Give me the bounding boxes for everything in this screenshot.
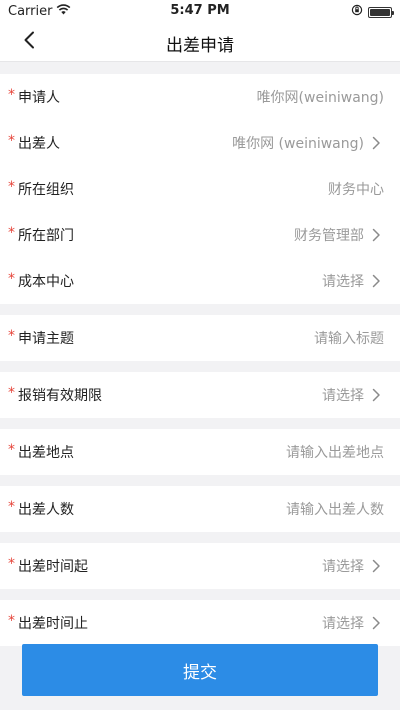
chevron-right-icon (372, 274, 384, 288)
section-gap (0, 532, 400, 543)
form-row[interactable]: * 申请主题 请输入标题 (0, 315, 400, 361)
trip-form: * 申请人 唯你网(weiniwang) * 出差人 唯你网 (weiniwang) * 所在… (0, 74, 400, 646)
required-marker: * (8, 556, 15, 572)
field-value[interactable]: 唯你网(weiniwang) (257, 87, 384, 107)
field-value[interactable]: 请输入出差人数 (286, 499, 384, 519)
required-marker: * (8, 179, 15, 195)
field-value: 唯你网 (weiniwang) (232, 136, 364, 152)
section-gap (0, 361, 400, 372)
required-marker: * (8, 133, 15, 149)
form-row[interactable]: * 出差人 唯你网 (weiniwang) (0, 120, 400, 166)
field-label: 出差时间起 (18, 559, 88, 575)
field-value[interactable]: 请输入标题 (314, 328, 384, 348)
required-marker: * (8, 87, 15, 103)
field-label: 申请人 (18, 90, 60, 106)
field-label: 出差人数 (18, 502, 74, 518)
field-label: 出差地点 (18, 445, 74, 461)
field-label: 申请主题 (18, 331, 74, 347)
chevron-right-icon (372, 136, 384, 150)
chevron-right-icon (372, 388, 384, 402)
chevron-right-icon (372, 228, 384, 242)
required-marker: * (8, 271, 15, 287)
required-marker: * (8, 613, 15, 629)
form-row[interactable]: * 成本中心 请选择 (0, 258, 400, 304)
field-label: 报销有效期限 (18, 388, 102, 404)
form-row[interactable]: * 出差地点 请输入出差地点 (0, 429, 400, 475)
form-row[interactable]: * 所在部门 财务管理部 (0, 212, 400, 258)
required-marker: * (8, 225, 15, 241)
required-marker: * (8, 499, 15, 515)
field-value: 请选择 (322, 388, 364, 404)
form-row[interactable]: * 所在组织 财务中心 (0, 166, 400, 212)
status-time: 5:47 PM (170, 3, 230, 18)
form-row[interactable]: * 出差人数 请输入出差人数 (0, 486, 400, 532)
field-value: 请选择 (322, 616, 364, 632)
status-bar: Carrier 5:47 PM (0, 0, 400, 22)
form-row[interactable]: * 申请人 唯你网(weiniwang) (0, 74, 400, 120)
field-value: 请选择 (322, 559, 364, 575)
field-label: 所在组织 (18, 182, 74, 198)
section-gap (0, 589, 400, 600)
section-gap (0, 418, 400, 429)
section-gap (0, 304, 400, 315)
field-label: 成本中心 (18, 274, 74, 290)
field-value: 请选择 (322, 274, 364, 290)
field-value[interactable]: 请输入出差地点 (286, 442, 384, 462)
submit-area: 提交 (22, 644, 378, 696)
field-value[interactable]: 财务中心 (328, 179, 384, 199)
required-marker: * (8, 385, 15, 401)
chevron-right-icon (372, 616, 384, 630)
form-row[interactable]: * 出差时间起 请选择 (0, 543, 400, 589)
section-gap (0, 475, 400, 486)
required-marker: * (8, 442, 15, 458)
field-label: 所在部门 (18, 228, 74, 244)
form-row[interactable]: * 报销有效期限 请选择 (0, 372, 400, 418)
battery-icon (368, 6, 394, 18)
page-title: 出差申请 (166, 36, 234, 56)
chevron-right-icon (372, 559, 384, 573)
field-value: 财务管理部 (294, 228, 364, 244)
field-label: 出差时间止 (18, 616, 88, 632)
form-row[interactable]: * 出差时间止 请选择 (0, 600, 400, 646)
nav-bar: 出差申请 (0, 22, 400, 62)
required-marker: * (8, 328, 15, 344)
field-label: 出差人 (18, 136, 60, 152)
status-right (351, 4, 394, 20)
submit-button[interactable]: 提交 (22, 644, 378, 696)
orientation-lock-icon (351, 4, 363, 20)
